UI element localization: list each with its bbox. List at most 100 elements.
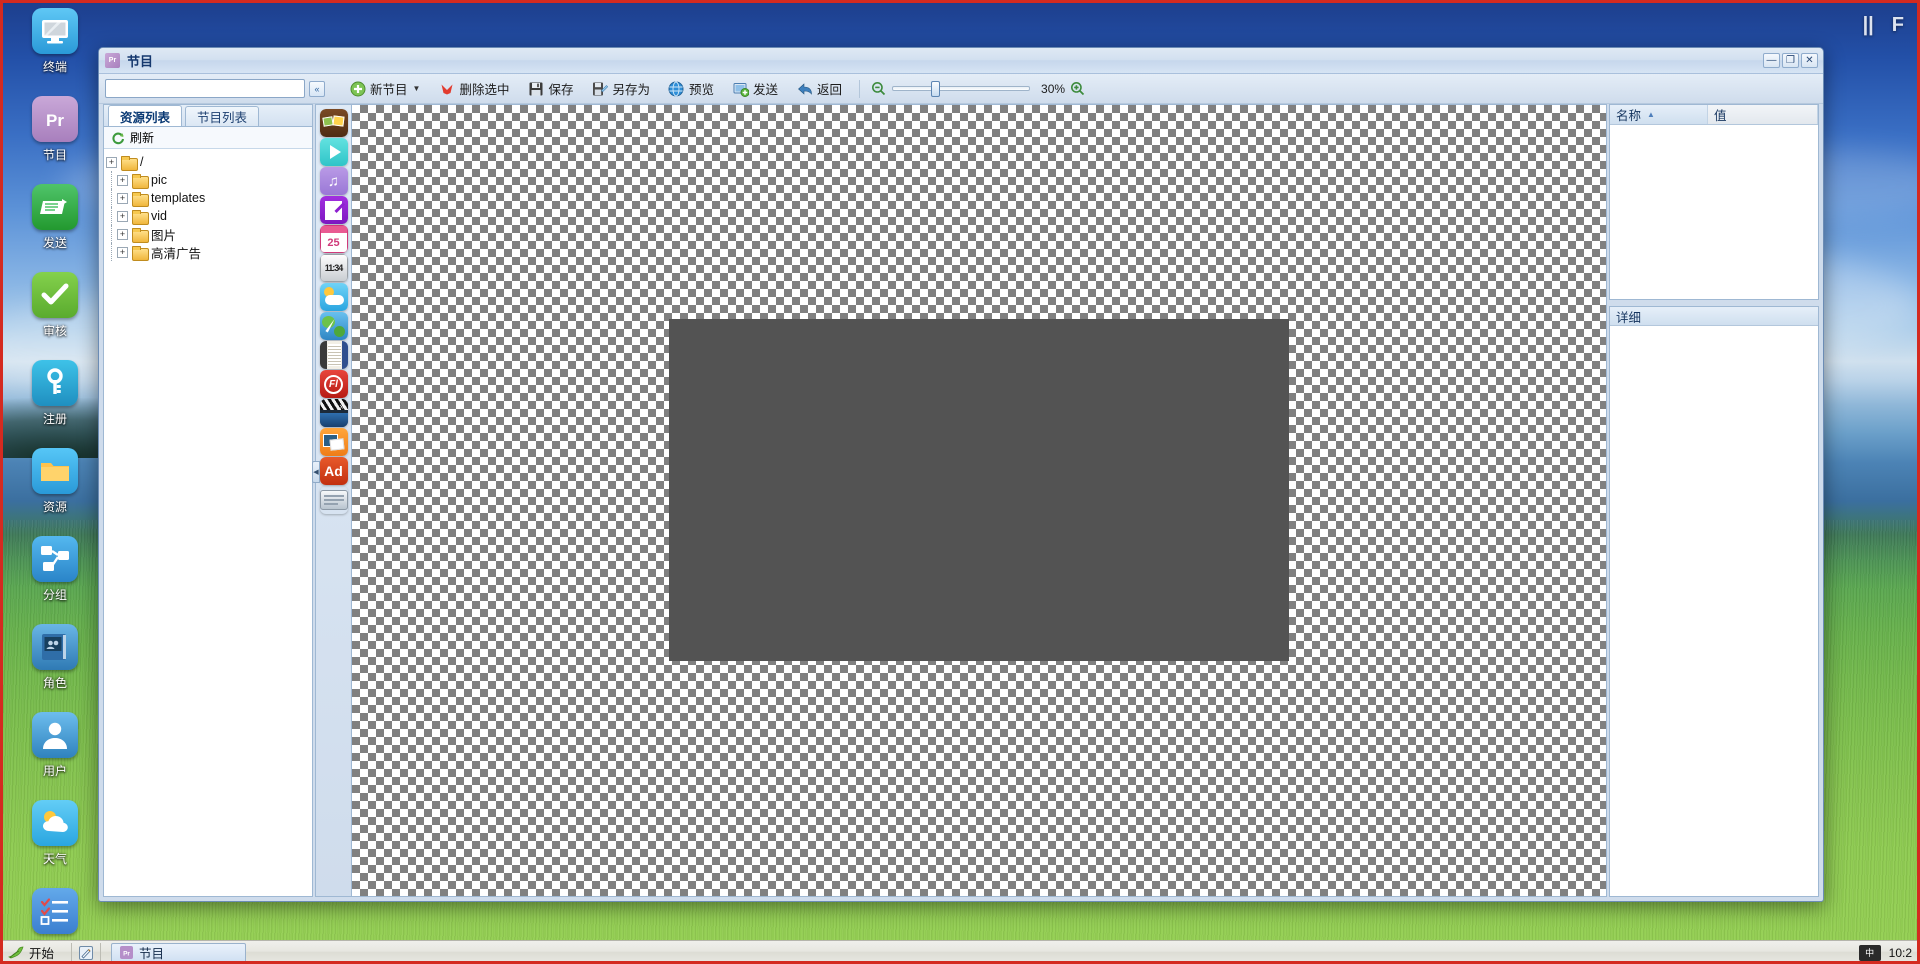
launcher-item-label: 注册 <box>42 412 67 426</box>
image-widget-icon[interactable] <box>319 109 348 137</box>
search-box[interactable] <box>105 79 305 98</box>
tree-node-高清广告[interactable]: + 高清广告 <box>106 243 312 261</box>
detail-panel: 详细 <box>1609 306 1819 897</box>
tree-node-label: 图片 <box>151 228 177 243</box>
save-as-icon <box>591 80 608 97</box>
tree-expander-icon[interactable]: + <box>117 210 128 222</box>
zoom-slider-thumb[interactable] <box>930 81 940 97</box>
tree-node-/[interactable]: + / <box>106 153 312 171</box>
ad-widget-icon[interactable]: Ad <box>319 457 348 485</box>
resource-panel: 资源列表 节目列表 刷新 + / + pic + templates + vid + 图片 + 高清广告 <box>103 104 313 897</box>
resource-tree[interactable]: + / + pic + templates + vid + 图片 + 高清广告 <box>104 149 312 896</box>
close-button[interactable]: ✕ <box>1801 53 1818 68</box>
search-input[interactable] <box>106 80 304 97</box>
collapse-panel-button[interactable]: « <box>309 80 325 97</box>
launcher-item-7[interactable]: 分组 <box>10 536 100 622</box>
system-tray: 中 10:2 <box>1858 944 1918 961</box>
scroll-text-widget-icon[interactable] <box>319 486 348 514</box>
toolbar-button-新节目[interactable]: 新节目 ▼ <box>341 77 428 101</box>
widget-toolbar-grip[interactable]: ◀ <box>312 461 320 483</box>
tree-node-label: pic <box>151 173 167 187</box>
svg-text:Pr: Pr <box>46 111 64 130</box>
weather-widget-icon[interactable] <box>319 283 348 311</box>
role-book-icon <box>32 624 78 670</box>
tab-节目列表[interactable]: 节目列表 <box>185 106 260 126</box>
launcher-item-9[interactable]: 用户 <box>10 712 100 798</box>
tree-node-pic[interactable]: + pic <box>106 171 312 189</box>
refresh-button[interactable]: 刷新 <box>104 127 312 149</box>
user-person-icon <box>32 712 78 758</box>
zoom-out-icon[interactable] <box>871 81 886 96</box>
save-disk-icon <box>527 80 544 97</box>
tree-node-label: templates <box>151 191 206 205</box>
folder-icon <box>132 209 149 225</box>
program-canvas-area[interactable] <box>351 104 1607 897</box>
zoom-in-icon[interactable] <box>1070 81 1085 96</box>
property-column-value[interactable]: 值 <box>1708 105 1818 124</box>
launcher-item-2[interactable]: Pr 节目 <box>10 96 100 182</box>
toolbar-button-另存为[interactable]: 另存为 <box>583 77 658 101</box>
tree-expander-icon[interactable]: + <box>117 228 128 240</box>
photo-album-widget-icon[interactable] <box>319 428 348 456</box>
calendar-widget-icon[interactable]: 25 <box>319 225 348 253</box>
movie-widget-icon[interactable]: » <box>319 399 348 427</box>
launcher-item-label: 天气 <box>42 852 67 866</box>
launcher-item-8[interactable]: 角色 <box>10 624 100 710</box>
text-widget-icon[interactable] <box>319 196 348 224</box>
tree-node-templates[interactable]: + templates <box>106 189 312 207</box>
table-widget-icon[interactable] <box>319 341 348 369</box>
tab-资源列表[interactable]: 资源列表 <box>108 105 183 126</box>
start-label: 开始 <box>29 947 55 961</box>
compass-widget-icon[interactable] <box>319 312 348 340</box>
toolbar-button-删除选中[interactable]: 删除选中 <box>430 77 517 101</box>
ime-indicator[interactable]: 中 <box>1858 944 1881 961</box>
launcher-item-10[interactable]: 天气 <box>10 800 100 886</box>
toolbar-button-发送[interactable]: 发送 <box>724 77 786 101</box>
back-arrow-icon <box>796 80 813 97</box>
resource-panel-tabs: 资源列表 节目列表 <box>104 105 312 127</box>
property-grid-body[interactable] <box>1610 125 1818 299</box>
toolbar-button-保存[interactable]: 保存 <box>519 77 581 101</box>
toolbar-button-label: 删除选中 <box>459 83 510 97</box>
launcher-item-label: 用户 <box>42 764 67 778</box>
launcher-item-label: 审核 <box>42 324 67 338</box>
tree-node-图片[interactable]: + 图片 <box>106 225 312 243</box>
music-widget-icon[interactable]: ♫ <box>319 167 348 195</box>
tree-guide <box>106 225 117 243</box>
property-column-name[interactable]: 名称 ▲ <box>1610 105 1708 124</box>
taskbar-task-节目[interactable]: Pr 节目 <box>111 942 247 963</box>
launcher-item-1[interactable]: 终端 <box>10 8 100 94</box>
tree-node-label: / <box>140 155 144 169</box>
maximize-button[interactable]: ❐ <box>1782 53 1799 68</box>
properties-panel: 名称 ▲ 值 详细 <box>1609 104 1819 897</box>
zoom-slider-track[interactable] <box>892 81 1031 97</box>
detail-panel-body[interactable] <box>1610 326 1818 896</box>
launcher-item-label: 终端 <box>42 60 67 74</box>
refresh-label: 刷新 <box>130 131 155 145</box>
launcher-item-6[interactable]: 资源 <box>10 448 100 534</box>
toolbar-button-返回[interactable]: 返回 <box>788 77 850 101</box>
notepad-pencil-icon[interactable] <box>78 945 94 961</box>
tree-node-vid[interactable]: + vid <box>106 207 312 225</box>
tree-expander-icon[interactable]: + <box>106 156 117 168</box>
program-region-block[interactable] <box>669 319 1289 662</box>
launcher-item-3[interactable]: 发送 <box>10 184 100 270</box>
monitor-icon <box>32 8 78 54</box>
toolbar-button-预览[interactable]: 预览 <box>660 77 722 101</box>
tree-expander-icon[interactable]: + <box>117 246 128 258</box>
window-titlebar[interactable]: Pr 节目 — ❐ ✕ <box>99 48 1823 74</box>
toolbar-row: « 新节目 ▼ 删除选中 保存 另存为 预览 发送 返回 30% <box>99 74 1823 104</box>
clock-widget-icon[interactable]: 11:34 <box>319 254 348 282</box>
video-widget-icon[interactable] <box>319 138 348 166</box>
minimize-button[interactable]: — <box>1763 53 1780 68</box>
launcher-item-4[interactable]: 审核 <box>10 272 100 358</box>
transparent-checkerboard[interactable] <box>352 105 1606 896</box>
toolbar-separator <box>859 79 861 98</box>
program-pr-icon: Pr <box>105 53 120 68</box>
launcher-item-5[interactable]: 注册 <box>10 360 100 446</box>
start-button[interactable]: 开始 <box>2 943 65 963</box>
taskbar-clock[interactable]: 10:2 <box>1889 946 1912 960</box>
flash-widget-icon[interactable]: Fl <box>319 370 348 398</box>
tree-expander-icon[interactable]: + <box>117 174 128 186</box>
tree-expander-icon[interactable]: + <box>117 192 128 204</box>
